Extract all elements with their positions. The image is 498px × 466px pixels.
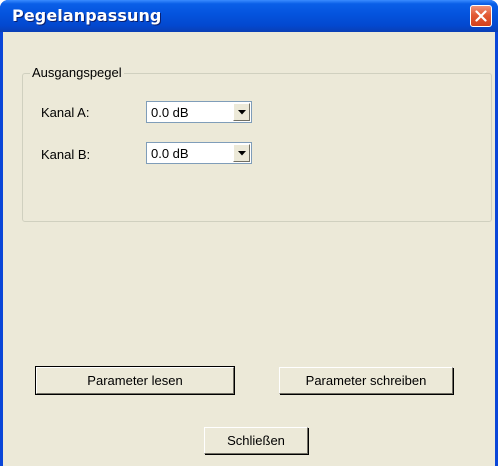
dialog-window: Pegelanpassung Ausgangspegel Kanal A: 0.… [0,0,498,466]
title-bar[interactable]: Pegelanpassung [0,0,498,32]
read-parameters-button[interactable]: Parameter lesen [35,366,235,395]
write-parameters-button[interactable]: Parameter schreiben [279,367,453,394]
channel-b-label: Kanal B: [41,147,91,162]
window-title: Pegelanpassung [12,6,162,25]
dialog-body: Ausgangspegel Kanal A: 0.0 dB Kanal B: 0… [3,32,495,466]
close-icon [475,10,487,22]
channel-a-value: 0.0 dB [151,105,189,120]
channel-b-value: 0.0 dB [151,146,189,161]
channel-a-select[interactable]: 0.0 dB [146,101,252,123]
channel-b-dropdown-button[interactable] [233,144,250,162]
chevron-down-icon [238,151,246,156]
channel-a-label: Kanal A: [41,105,90,120]
channel-a-dropdown-button[interactable] [233,103,250,121]
close-button[interactable]: Schließen [204,427,308,454]
group-label: Ausgangspegel [30,65,124,80]
output-level-group: Ausgangspegel [22,65,492,222]
channel-b-select[interactable]: 0.0 dB [146,142,252,164]
chevron-down-icon [238,110,246,115]
close-window-button[interactable] [470,5,492,27]
